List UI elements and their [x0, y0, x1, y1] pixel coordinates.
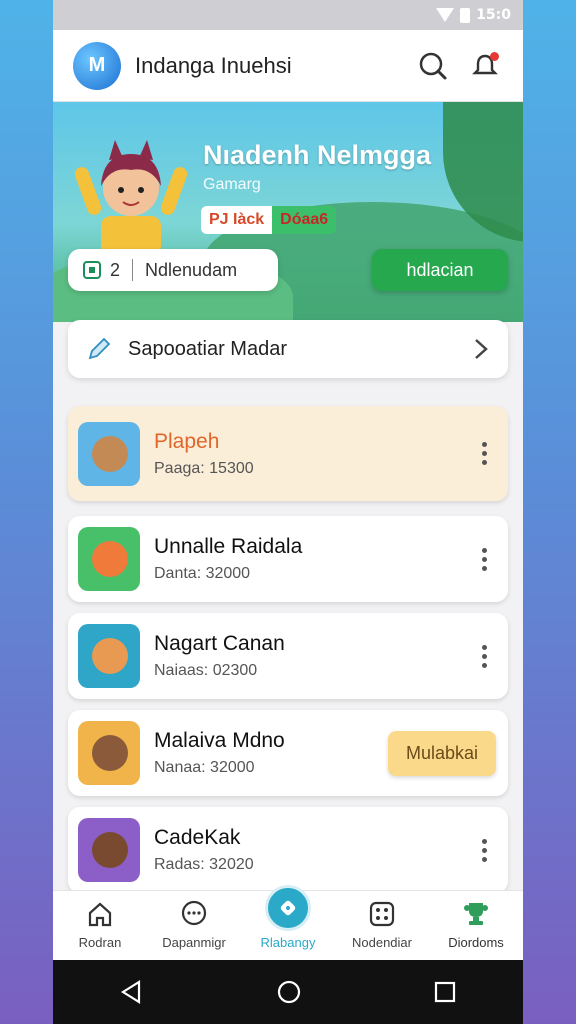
kebab-dot [481, 847, 487, 853]
mascot-face-icon [92, 832, 128, 868]
game-row[interactable]: CadeKak Radas: 32020 [68, 807, 508, 893]
game-row-text: Plapeh Paaga: 15300 [154, 430, 472, 478]
home-circle-icon[interactable] [276, 979, 302, 1005]
game-action-button[interactable]: Mulabkai [387, 730, 496, 776]
hero-chip-left: PJ Iàck [201, 206, 273, 234]
status-bar: 15:0 [53, 0, 523, 30]
kebab-dot [481, 856, 487, 862]
kebab-dot [481, 556, 487, 562]
nav-chat[interactable]: Dapanmigr [149, 899, 239, 950]
notifications-button[interactable] [467, 48, 503, 84]
game-thumbnail [78, 527, 140, 591]
notification-dot [490, 51, 499, 61]
more-options-icon[interactable] [472, 544, 496, 574]
hero-chips: PJ Iàck Dóaa6 [201, 206, 337, 234]
kebab-dot [481, 451, 487, 456]
play-tag-icon [280, 900, 296, 916]
nav-play-label: Rlabangy [260, 935, 316, 950]
hero-chip-right: Dóaa6 [272, 206, 337, 234]
mascot-illustration [74, 140, 188, 256]
game-thumbnail [78, 624, 140, 688]
game-subtitle: Naiaas: 02300 [154, 662, 258, 679]
stat-divider [132, 259, 134, 281]
back-icon[interactable] [119, 979, 145, 1005]
stat-pill[interactable]: 2 Ndlenudam [68, 249, 278, 291]
game-thumbnail [78, 421, 140, 486]
stat-label: Ndlenudam [145, 259, 238, 280]
game-row-text: Malaiva Mdno Nanaa: 32000 [154, 729, 388, 777]
mascot-face-icon [92, 435, 128, 472]
app-bar: M Indanga Inuehsi [53, 30, 523, 102]
app-logo-letter: M [88, 54, 106, 76]
kebab-dot [481, 442, 487, 447]
bottom-navigation: Rodran Dapanmigr Rlabangy Nodendiar Dior… [53, 885, 523, 960]
kebab-dot [481, 460, 487, 465]
nav-home-label: Rodran [78, 935, 122, 950]
nav-rewards-label: Diordoms [448, 935, 504, 950]
kebab-dot [481, 565, 487, 571]
game-subtitle: Danta: 32000 [154, 565, 251, 582]
card-icon [83, 261, 101, 279]
nav-chat-label: Dapanmigr [162, 935, 226, 950]
game-list: Plapeh Paaga: 15300 Unnalle Raidala Danta: … [68, 406, 508, 904]
hero-action-button[interactable]: hdlacian [372, 249, 508, 291]
mascot-face-icon [92, 638, 128, 674]
app-title: Indanga Inuehsi [135, 52, 292, 78]
home-icon [88, 902, 112, 927]
game-thumbnail [78, 721, 140, 785]
game-row-text: Unnalle Raidala Danta: 32000 [154, 535, 472, 583]
nav-games-label: Nodendiar [352, 935, 412, 950]
game-title: CadeKak [154, 826, 241, 849]
game-row-text: Nagart Canan Naiaas: 02300 [154, 632, 472, 680]
chevron-right-icon [475, 339, 488, 359]
featured-card[interactable]: Sapooatiar Madar [68, 320, 508, 378]
game-title: Plapeh [154, 429, 220, 453]
game-row-text: CadeKak Radas: 32020 [154, 826, 472, 874]
search-button[interactable] [415, 48, 451, 84]
kebab-dot [481, 838, 487, 844]
mascot-face-icon [92, 735, 128, 771]
system-navigation-bar [53, 960, 523, 1024]
pencil-icon [88, 337, 111, 360]
game-subtitle: Radas: 32020 [154, 856, 254, 873]
nav-home[interactable]: Rodran [55, 899, 145, 950]
recents-icon[interactable] [433, 980, 457, 1004]
more-options-icon[interactable] [472, 835, 496, 865]
kebab-dot [481, 644, 487, 650]
hero-banner: Nıadenh Nelmgga Gamarg PJ Iàck Dóaa6 2 N… [53, 102, 523, 322]
hero-title: Nıadenh Nelmgga [203, 140, 432, 170]
featured-card-label: Sapooatiar Madar [128, 337, 287, 360]
search-icon [419, 52, 447, 79]
game-row[interactable]: Malaiva Mdno Nanaa: 32000 Mulabkai [68, 710, 508, 796]
game-row[interactable]: Plapeh Paaga: 15300 [68, 406, 508, 501]
kebab-dot [481, 653, 487, 659]
game-row[interactable]: Nagart Canan Naiaas: 02300 [68, 613, 508, 699]
mascot-face-icon [92, 541, 128, 577]
kebab-dot [481, 662, 487, 668]
nav-play[interactable]: Rlabangy [243, 885, 333, 950]
game-title: Nagart Canan [154, 632, 285, 655]
game-subtitle: Paaga: 15300 [154, 459, 254, 477]
dice-icon [369, 901, 395, 927]
wifi-icon [436, 8, 455, 22]
status-time: 15:0 [476, 7, 511, 23]
stat-count: 2 [110, 259, 121, 280]
chat-icon [181, 900, 207, 926]
game-title: Malaiva Mdno [154, 729, 285, 752]
kebab-dot [481, 547, 487, 553]
trophy-icon [464, 903, 488, 925]
more-options-icon[interactable] [472, 439, 496, 469]
nav-rewards[interactable]: Diordoms [431, 899, 521, 950]
phone-screen: 15:0 M Indanga Inuehsi Nıadenh Nelmgga G… [53, 0, 523, 1024]
game-title: Unnalle Raidala [154, 535, 303, 558]
game-thumbnail [78, 818, 140, 882]
hero-subtitle: Gamarg [203, 176, 261, 193]
game-row[interactable]: Unnalle Raidala Danta: 32000 [68, 516, 508, 602]
game-subtitle: Nanaa: 32000 [154, 759, 255, 776]
app-logo: M [73, 41, 121, 90]
nav-games[interactable]: Nodendiar [337, 899, 427, 950]
battery-icon [460, 7, 471, 23]
more-options-icon[interactable] [472, 641, 496, 671]
